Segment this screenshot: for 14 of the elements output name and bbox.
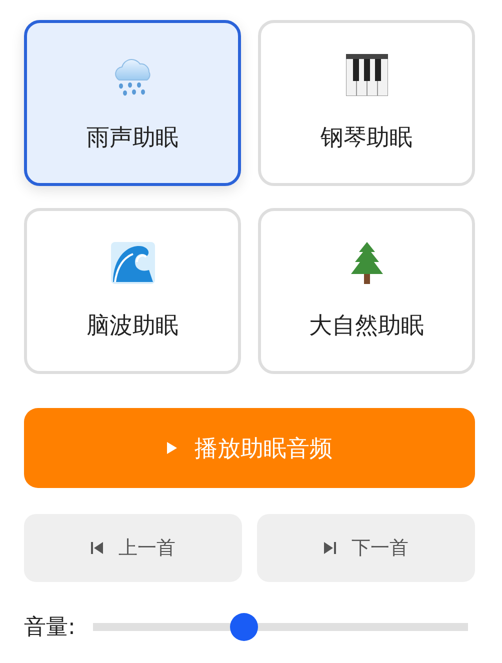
play-icon	[166, 442, 176, 454]
skip-previous-icon	[90, 542, 102, 554]
sound-card[interactable]: 脑波助眠	[24, 208, 241, 374]
wave-icon	[110, 242, 154, 284]
previous-button[interactable]: 上一首	[24, 514, 242, 582]
skip-next-icon	[324, 542, 336, 554]
next-button[interactable]: 下一首	[257, 514, 475, 582]
piano-keys-icon	[346, 54, 388, 96]
volume-label: 音量:	[24, 614, 76, 642]
sound-card[interactable]: 雨声助眠	[24, 20, 241, 186]
pine-tree-icon	[350, 242, 384, 284]
sound-card[interactable]: 钢琴助眠	[258, 20, 475, 186]
slider-thumb[interactable]	[230, 613, 258, 641]
sound-card[interactable]: 大自然助眠	[258, 208, 475, 374]
